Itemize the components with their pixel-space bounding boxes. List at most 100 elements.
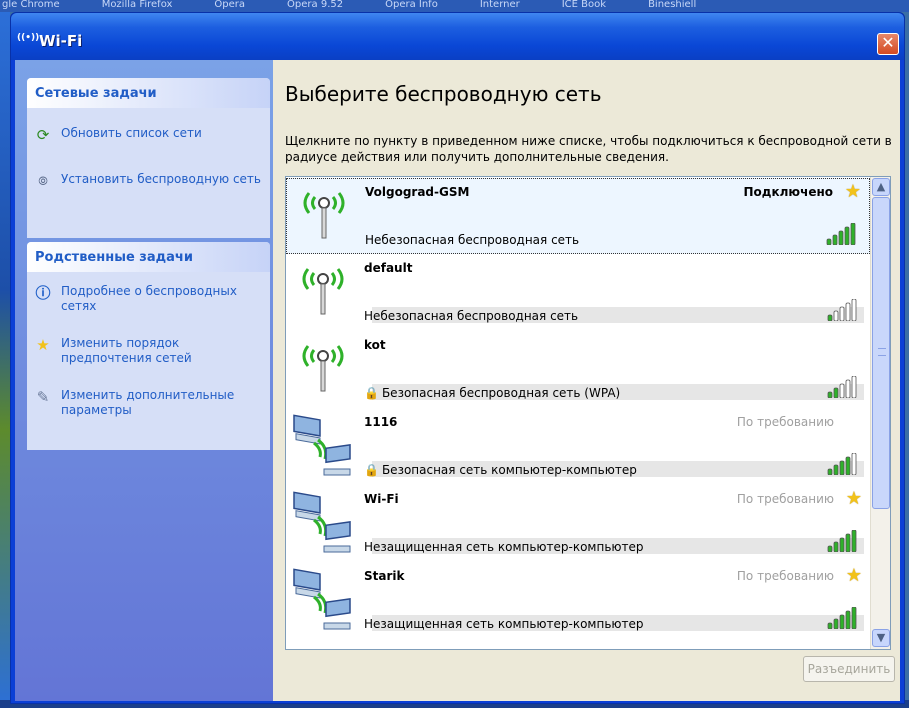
- access-point-icon: [302, 268, 344, 315]
- settings-icon: ✎: [36, 388, 50, 406]
- network-row[interactable]: Starik По требованию ★ Незащищенная сеть ко…: [286, 563, 870, 639]
- network-status: По требованию: [736, 415, 834, 429]
- background-desktop: [0, 12, 10, 708]
- network-tasks-panel: Сетевые задачи ⟳ Обновить список сети ⦾ …: [27, 78, 270, 238]
- ad-hoc-computers-icon: [293, 491, 351, 553]
- preferred-star-icon: ★: [844, 181, 861, 202]
- signal-bar: [833, 464, 839, 475]
- client-area: Сетевые задачи ⟳ Обновить список сети ⦾ …: [15, 60, 900, 701]
- network-name: 1116: [364, 415, 398, 429]
- related-tasks-panel: Родственные задачи ⓘ Подробнее о беспров…: [27, 242, 270, 450]
- signal-bar: [845, 302, 851, 321]
- network-security-text: Безопасная беспроводная сеть (WPA): [381, 386, 621, 400]
- related-tasks-header: Родственные задачи: [27, 242, 270, 272]
- change-preference-order-link[interactable]: ★ Изменить порядок предпочтения сетей: [27, 336, 270, 366]
- background-tab: Bineshiell: [648, 0, 697, 10]
- wireless-setup-icon: ⦾: [38, 174, 48, 188]
- network-security-label: Незащищенная сеть компьютер-компьютер: [364, 617, 644, 631]
- access-point-icon: [303, 192, 345, 239]
- refresh-icon: ⟳: [36, 126, 50, 144]
- network-row[interactable]: kot 🔒 Безопасная беспроводная сеть (WPA): [286, 332, 870, 408]
- network-security-text: Небезопасная беспроводная сеть: [365, 233, 580, 247]
- signal-bar: [845, 379, 851, 398]
- network-name: Starik: [364, 569, 405, 583]
- signal-strength-icon: [827, 299, 857, 321]
- wireless-info-label: Подробнее о беспроводных сетях: [61, 284, 237, 313]
- lock-icon: 🔒: [364, 463, 379, 477]
- signal-bar: [833, 618, 839, 629]
- background-tab: Opera Info: [385, 0, 438, 10]
- background-tab: Opera: [214, 0, 246, 10]
- star-icon: ★: [36, 336, 50, 354]
- network-security-label: Незащищенная сеть компьютер-компьютер: [364, 540, 644, 554]
- preferred-star-icon: ★: [845, 488, 862, 509]
- title-bar[interactable]: ((•)) Wi-Fi ✕: [11, 13, 904, 60]
- signal-bar: [839, 537, 845, 552]
- network-security-text: Безопасная сеть компьютер-компьютер: [381, 463, 637, 477]
- network-name: Wi-Fi: [364, 492, 399, 506]
- network-name: default: [364, 261, 413, 275]
- disconnect-button[interactable]: Разъединить: [803, 656, 895, 682]
- network-row[interactable]: Volgograd-GSM Подключено ★ Небезопасная бес…: [286, 178, 870, 254]
- signal-bar: [845, 533, 851, 552]
- network-status: По требованию: [736, 492, 834, 506]
- signal-strength-icon: [827, 530, 857, 552]
- window-title: Wi-Fi: [39, 32, 83, 50]
- signal-bar: [845, 610, 851, 629]
- access-point-icon: [302, 345, 344, 392]
- signal-bar: [839, 614, 845, 629]
- network-security-text: Незащищенная сеть компьютер-компьютер: [364, 617, 644, 631]
- network-row[interactable]: Wi-Fi По требованию ★ Незащищенная сеть ком…: [286, 486, 870, 562]
- advanced-settings-link[interactable]: ✎ Изменить дополнительные параметры: [27, 388, 270, 418]
- refresh-network-list-label: Обновить список сети: [61, 126, 202, 140]
- network-tasks-header: Сетевые задачи: [27, 78, 270, 108]
- network-security-label: 🔒 Безопасная беспроводная сеть (WPA): [364, 386, 620, 400]
- signal-bar: [838, 230, 844, 245]
- signal-strength-icon: [827, 607, 857, 629]
- scroll-grip: [878, 348, 886, 356]
- ad-hoc-computers-icon: [293, 414, 351, 476]
- signal-bar: [851, 453, 857, 475]
- signal-bar: [827, 622, 833, 629]
- preferred-star-icon: ★: [845, 565, 862, 586]
- setup-wireless-label: Установить беспроводную сеть: [61, 172, 261, 186]
- signal-strength-icon: [826, 223, 856, 245]
- signal-bar: [826, 238, 832, 245]
- background-tab: Mozilla Firefox: [101, 0, 173, 10]
- lock-icon: 🔒: [364, 386, 379, 400]
- signal-bar: [851, 299, 857, 321]
- network-row[interactable]: default Небезопасная беспроводная сеть: [286, 255, 870, 331]
- task-pane: Сетевые задачи ⟳ Обновить список сети ⦾ …: [15, 60, 273, 701]
- signal-bar: [839, 383, 845, 398]
- background-tab: Opera 9.52: [287, 0, 344, 10]
- ad-hoc-computers-icon: [293, 568, 351, 630]
- signal-bar: [827, 314, 833, 321]
- signal-bar: [844, 226, 850, 245]
- signal-bar: [827, 391, 833, 398]
- network-row[interactable]: 1116 По требованию 🔒 Безопасная сеть компью…: [286, 409, 870, 485]
- background-taskbar: gle Chrome Mozilla Firefox Opera Opera 9.52…: [0, 0, 909, 12]
- scroll-thumb[interactable]: [872, 197, 890, 509]
- network-security-label: Небезопасная беспроводная сеть: [364, 309, 578, 323]
- setup-wireless-link[interactable]: ⦾ Установить беспроводную сеть: [27, 172, 270, 188]
- background-tab: Interner: [479, 0, 520, 10]
- scroll-up-button[interactable]: ▲: [872, 178, 890, 196]
- background-tab: ICE Book: [561, 0, 607, 10]
- network-status: Подключено: [743, 185, 834, 199]
- signal-bar: [827, 545, 833, 552]
- signal-bar: [845, 456, 851, 475]
- wifi-window: ((•)) Wi-Fi ✕ Сетевые задачи ⟳ Обновить …: [10, 12, 905, 704]
- scroll-down-button[interactable]: ▼: [872, 629, 890, 647]
- network-security-label: 🔒 Безопасная сеть компьютер-компьютер: [364, 463, 637, 477]
- refresh-network-list-link[interactable]: ⟳ Обновить список сети: [27, 126, 270, 144]
- signal-bar: [850, 223, 856, 245]
- wireless-info-link[interactable]: ⓘ Подробнее о беспроводных сетях: [27, 284, 270, 314]
- info-icon: ⓘ: [35, 284, 51, 302]
- page-description: Щелкните по пункту в приведенном ниже сп…: [285, 134, 892, 164]
- network-name: Volgograd-GSM: [365, 185, 470, 199]
- signal-bar: [833, 310, 839, 321]
- close-button[interactable]: ✕: [877, 33, 899, 55]
- scrollbar[interactable]: ▲ ▼: [870, 177, 890, 649]
- network-status: По требованию: [736, 569, 834, 583]
- signal-bar: [851, 376, 857, 398]
